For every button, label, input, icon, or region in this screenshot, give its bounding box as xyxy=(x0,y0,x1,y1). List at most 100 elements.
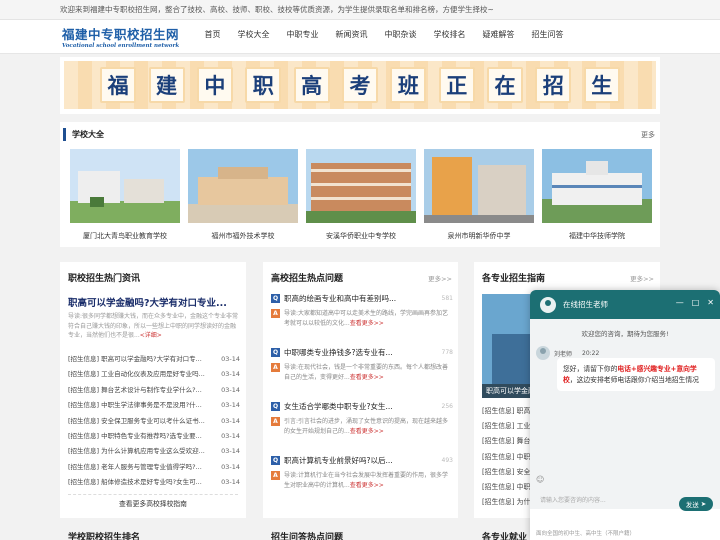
major-guide-more[interactable]: 更多>> xyxy=(630,273,654,283)
chat-title: 在线招生老师 xyxy=(563,300,608,309)
list-item-date: 03-14 xyxy=(221,431,240,440)
list-item[interactable]: [招生信息] 中职生学法律事务是不是没用?什... 03-14 xyxy=(68,398,240,413)
list-item-title[interactable]: [招生信息] 船体修造技术是好专业吗?女生可... xyxy=(68,475,218,490)
school-card[interactable]: 福州市福外技术学校 xyxy=(188,149,298,241)
view-count: 778 xyxy=(441,349,453,356)
chat-widget: 在线招生老师 — □ ✕ 欢迎您的咨询，期待为您服务! 刘老师 20:22 您好… xyxy=(530,290,720,540)
question-icon: Q xyxy=(271,294,280,303)
nav-schools[interactable]: 学校大全 xyxy=(229,20,278,54)
list-item-title[interactable]: [招生信息] 工业自动化仪表及应用是好专业吗... xyxy=(68,367,218,382)
headline-link[interactable]: 职高可以学金融吗?大学有对口专业... xyxy=(68,295,240,309)
list-item-date: 03-14 xyxy=(221,478,240,487)
school-photo[interactable] xyxy=(306,149,416,223)
list-item-title[interactable]: [招生信息] 职高可以学金融吗?大学有对口专... xyxy=(68,352,218,367)
banner-char: 职 xyxy=(245,67,282,103)
qa-item: Q 中职哪类专业挣钱多?选专业有... 778 A 导读:在现代社会，钱是一个非常重要… xyxy=(271,346,453,400)
view-count: 256 xyxy=(441,403,453,410)
school-name[interactable]: 泉州市明新华侨中学 xyxy=(424,231,534,241)
send-button[interactable]: 发送 ➤ xyxy=(679,497,713,511)
list-item-title[interactable]: [招生信息] 中职生学法律事务是不是没用?什... xyxy=(68,398,218,413)
news-list: [招生信息] 职高可以学金融吗?大学有对口专... 03-14 [招生信息] 工业… xyxy=(68,352,240,491)
chat-header: 在线招生老师 — □ ✕ xyxy=(530,290,720,319)
list-item-date: 03-14 xyxy=(221,447,240,456)
list-item[interactable]: [招生信息] 中职特色专业有推荐吗?选专业要... 03-14 xyxy=(68,429,240,444)
answer-text: 导读:在现代社会，钱是一个非常重要的东西。每个人都想改善自己的生活，变得更好..… xyxy=(284,363,449,382)
list-item[interactable]: [招生信息] 舞台艺术设计与制作专业学什么?... 03-14 xyxy=(68,383,240,398)
view-more-link[interactable]: 查看更多>> xyxy=(350,374,384,381)
agent-name: 刘老师 xyxy=(554,350,573,358)
banner-char: 生 xyxy=(583,67,620,103)
list-item-title[interactable]: [招生信息] 为什么计算机应用专业这么受欢迎... xyxy=(68,444,218,459)
main-nav: 首页 学校大全 中职专业 新闻资讯 中职杂谈 学校排名 疑难解答 招生问答 xyxy=(196,20,572,54)
major-guide-title: 各专业招生指南 xyxy=(482,274,546,284)
list-item[interactable]: [招生信息] 老年人服务与管理专业值得学吗?... 03-14 xyxy=(68,460,240,475)
list-item[interactable]: [招生信息] 职高可以学金融吗?大学有对口专... 03-14 xyxy=(68,352,240,367)
list-item-date: 03-14 xyxy=(221,401,240,410)
banner-strip: 福 建 中 职 高 考 班 正 在 招 生 xyxy=(64,61,656,109)
nav-home[interactable]: 首页 xyxy=(196,20,229,54)
school-card[interactable]: 福建中华技师学院 xyxy=(542,149,652,241)
school-photo[interactable] xyxy=(424,149,534,223)
view-more-link[interactable]: 查看更多>> xyxy=(350,482,384,489)
school-card[interactable]: 厦门北大青鸟职业教育学校 xyxy=(70,149,180,241)
question-link[interactable]: 职高的绘画专业和高中有差别吗... xyxy=(284,293,424,304)
nav-ranking[interactable]: 学校排名 xyxy=(425,20,474,54)
nav-faq[interactable]: 疑难解答 xyxy=(474,20,523,54)
minimize-icon[interactable]: — xyxy=(676,298,684,307)
answer-icon: A xyxy=(271,363,280,372)
more-guides-link[interactable]: 查看更多高校择校指南 xyxy=(68,494,238,508)
list-item-title[interactable]: [招生信息] 安全保卫服务专业可以考什么证书... xyxy=(68,414,218,429)
qa-item: Q 职高的绘画专业和高中有差别吗... 581 A 导读:大家都知道高中可以走美术生的… xyxy=(271,292,453,346)
emoji-icon[interactable]: ☺ xyxy=(536,475,544,484)
detail-link[interactable]: <详细> xyxy=(140,332,162,339)
message-text: 您好，请留下你的 xyxy=(563,365,618,373)
question-icon: Q xyxy=(271,348,280,357)
site-logo[interactable]: 福建中专职校招生网 Vocational school enrollment n… xyxy=(62,24,179,49)
view-more-link[interactable]: 查看更多>> xyxy=(350,428,384,435)
close-icon[interactable]: ✕ xyxy=(707,298,714,307)
view-more-link[interactable]: 查看更多>> xyxy=(350,320,384,327)
school-name[interactable]: 福州市福外技术学校 xyxy=(188,231,298,241)
school-name[interactable]: 厦门北大青鸟职业教育学校 xyxy=(70,231,180,241)
question-link[interactable]: 女生适合学哪类中职专业?女生... xyxy=(284,401,424,412)
banner-char: 班 xyxy=(390,67,427,103)
banner-char: 正 xyxy=(438,67,475,103)
qa-list: Q 职高的绘画专业和高中有差别吗... 581 A 导读:大家都知道高中可以走美术生的… xyxy=(271,292,453,508)
school-card[interactable]: 安溪华侨职业中专学校 xyxy=(306,149,416,241)
maximize-icon[interactable]: □ xyxy=(692,298,700,307)
list-item-title[interactable]: [招生信息] 老年人服务与管理专业值得学吗?... xyxy=(68,460,218,475)
answer-icon: A xyxy=(271,309,280,318)
nav-qa[interactable]: 招生问答 xyxy=(523,20,572,54)
nav-talk[interactable]: 中职杂谈 xyxy=(376,20,425,54)
nav-majors[interactable]: 中职专业 xyxy=(278,20,327,54)
question-icon: Q xyxy=(271,402,280,411)
list-item[interactable]: [招生信息] 为什么计算机应用专业这么受欢迎... 03-14 xyxy=(68,444,240,459)
hot-questions-more[interactable]: 更多>> xyxy=(428,273,452,283)
list-item[interactable]: [招生信息] 安全保卫服务专业可以考什么证书... 03-14 xyxy=(68,414,240,429)
list-item[interactable]: [招生信息] 船体修造技术是好专业吗?女生可... 03-14 xyxy=(68,475,240,490)
school-photo[interactable] xyxy=(188,149,298,223)
list-item-title[interactable]: [招生信息] 舞台艺术设计与制作专业学什么?... xyxy=(68,383,218,398)
header: 福建中专职校招生网 Vocational school enrollment n… xyxy=(0,20,720,54)
school-card[interactable]: 泉州市明新华侨中学 xyxy=(424,149,534,241)
school-name[interactable]: 安溪华侨职业中专学校 xyxy=(306,231,416,241)
nav-news[interactable]: 新闻资讯 xyxy=(327,20,376,54)
banner-char: 福 xyxy=(100,67,137,103)
list-item[interactable]: [招生信息] 工业自动化仪表及应用是好专业吗... 03-14 xyxy=(68,367,240,382)
answer-text: 导读:计算机行业在当今社会发展中发挥着重要的作用，很多学生对职业高中的计算机..… xyxy=(284,471,449,490)
school-photo[interactable] xyxy=(70,149,180,223)
banner-char: 高 xyxy=(293,67,330,103)
banner-char: 招 xyxy=(535,67,572,103)
school-photo[interactable] xyxy=(542,149,652,223)
question-link[interactable]: 中职哪类专业挣钱多?选专业有... xyxy=(284,347,424,358)
list-item-date: 03-14 xyxy=(221,385,240,394)
list-item-title[interactable]: [招生信息] 中职特色专业有推荐吗?选专业要... xyxy=(68,429,218,444)
question-link[interactable]: 职高计算机专业前景好吗?以后... xyxy=(284,455,424,466)
hot-news-panel: 职校招生热门资讯 职高可以学金融吗?大学有对口专业... 导读:很多同学都想赚大… xyxy=(60,262,246,518)
view-count: 581 xyxy=(441,295,453,302)
qa-item: Q 女生适合学哪类中职专业?女生... 256 A 引言:引言社会的进步，涌现了女性意… xyxy=(271,400,453,454)
school-name[interactable]: 福建中华技师学院 xyxy=(542,231,652,241)
school-more-link[interactable]: 更多 xyxy=(641,130,655,140)
chat-input[interactable]: 请输入您要咨询的内容... xyxy=(540,495,606,504)
banner[interactable]: 福 建 中 职 高 考 班 正 在 招 生 xyxy=(60,57,660,114)
